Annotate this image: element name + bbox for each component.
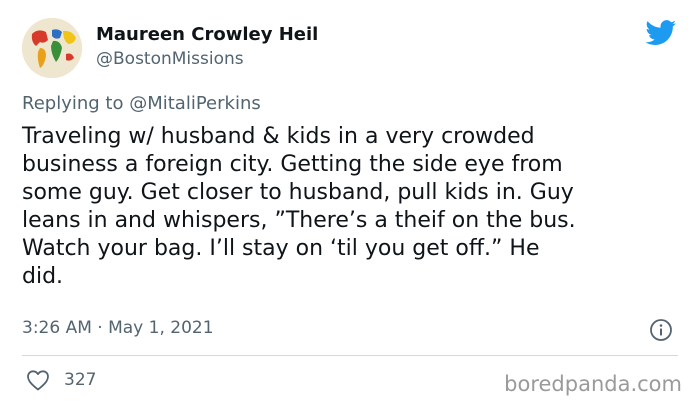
divider (22, 355, 678, 356)
watermark: boredpanda.com (504, 372, 682, 396)
tweet-text-line: leans in and whispers, ”There’s a theif … (22, 208, 576, 233)
reply-prefix: Replying to (22, 93, 124, 114)
world-map-avatar-icon (22, 18, 82, 78)
tweet-text: Traveling w/ husband & kids in a very cr… (22, 123, 682, 291)
author-handle[interactable]: @BostonMissions (96, 49, 244, 69)
tweet-card: Maureen Crowley Heil @BostonMissions Rep… (0, 0, 700, 409)
heart-icon[interactable] (26, 369, 50, 391)
reply-context: Replying to @MitaliPerkins (22, 93, 261, 114)
like-count: 327 (64, 370, 97, 390)
reply-mention-link[interactable]: @MitaliPerkins (129, 93, 261, 114)
tweet-text-line: some guy. Get closer to husband, pull ki… (22, 180, 574, 205)
tweet-timestamp[interactable]: 3:26 AM · May 1, 2021 (22, 318, 214, 338)
tweet-text-line: did. (22, 264, 64, 289)
tweet-text-line: Traveling w/ husband & kids in a very cr… (22, 124, 535, 149)
tweet-text-line: Watch your bag. I’ll stay on ‘til you ge… (22, 236, 540, 261)
twitter-bird-icon[interactable] (645, 20, 677, 46)
author-name[interactable]: Maureen Crowley Heil (96, 24, 318, 45)
tweet-text-line: business a foreign city. Getting the sid… (22, 152, 563, 177)
avatar[interactable] (22, 18, 82, 78)
info-icon[interactable] (649, 318, 673, 342)
